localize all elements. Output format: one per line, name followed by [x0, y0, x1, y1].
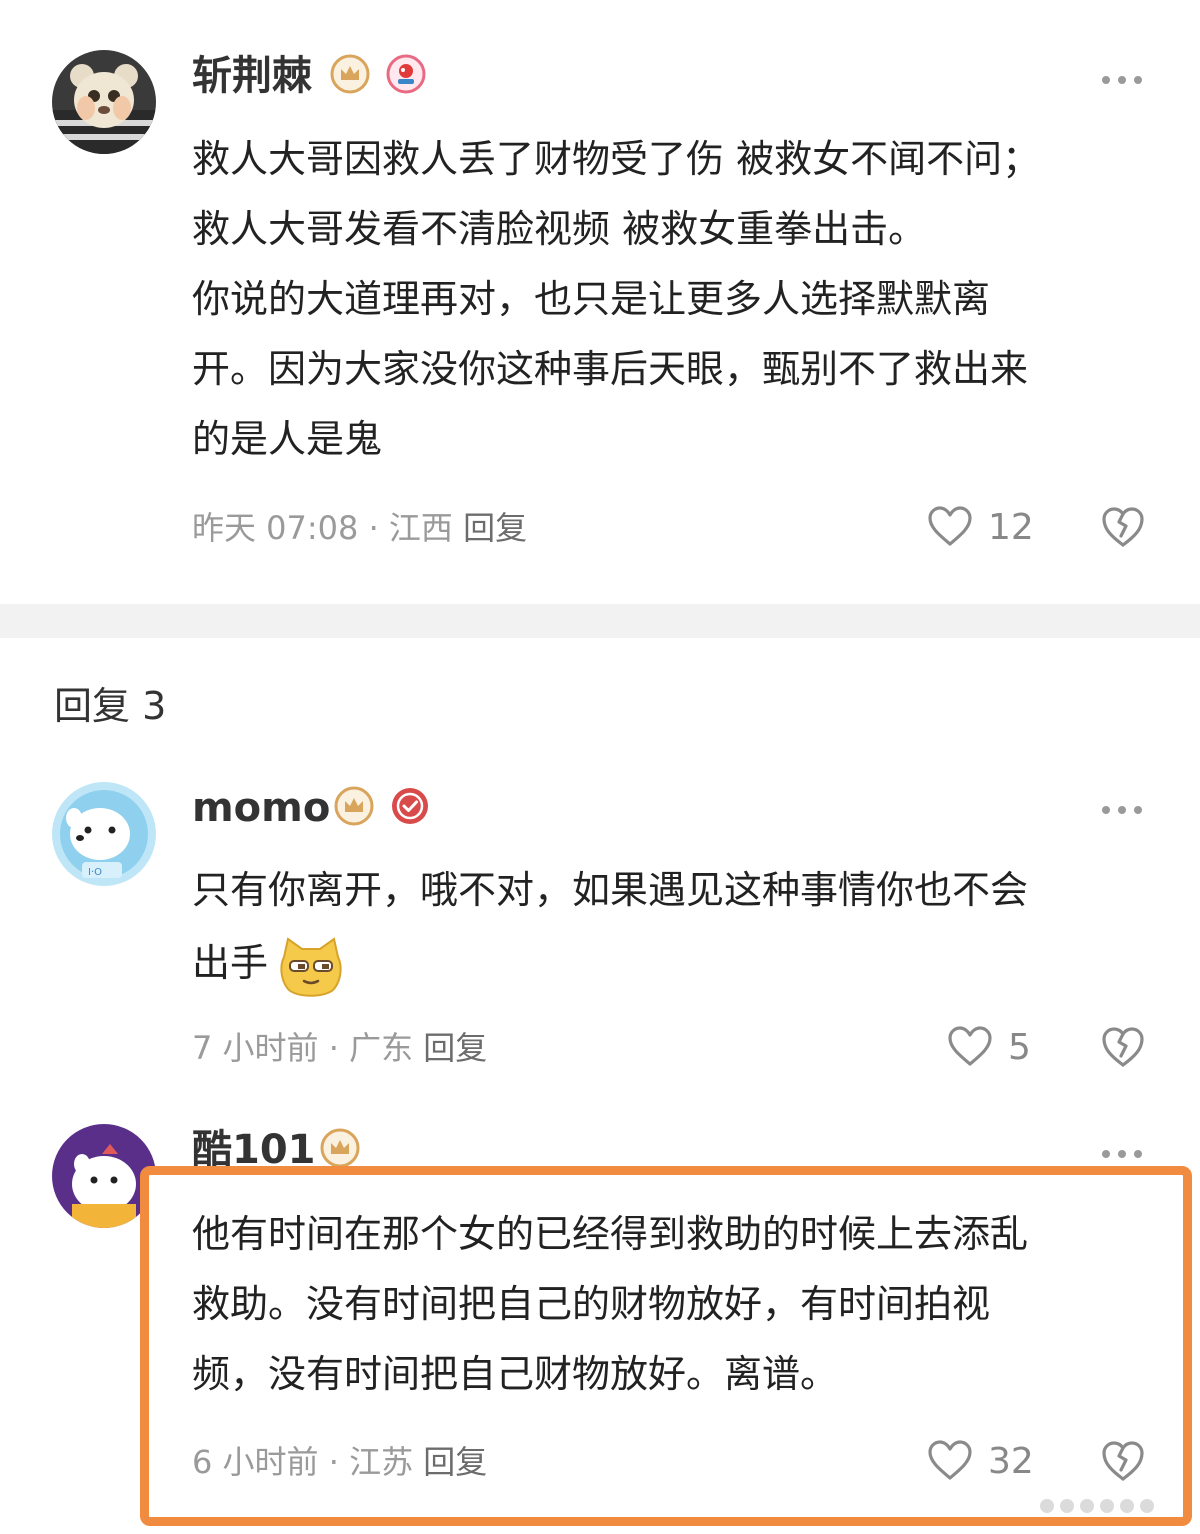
smirk-cat-emoji	[280, 937, 342, 997]
reply-link[interactable]: 回复	[423, 1029, 487, 1067]
reply-link[interactable]: 回复	[423, 1443, 487, 1481]
medal-badge-icon	[386, 54, 426, 94]
heart-icon[interactable]	[926, 1438, 974, 1482]
crown-badge-icon	[334, 786, 374, 826]
broken-heart-icon[interactable]	[1100, 1024, 1146, 1070]
reply-text: 只有你离开，哦不对，如果遇见这种事情你也不会 出手	[192, 855, 1028, 1001]
heart-icon[interactable]	[926, 504, 974, 548]
comment-line: 你说的大道理再对，也只是让更多人选择默默离	[192, 277, 991, 321]
meta-separator: ·	[328, 1443, 339, 1481]
meta-separator: ·	[368, 509, 379, 547]
like-count: 32	[988, 1441, 1034, 1482]
reply-line: 他有时间在那个女的已经得到救助的时候上去添乱	[192, 1212, 1029, 1256]
meta-separator: ·	[328, 1029, 339, 1067]
reply-link[interactable]: 回复	[463, 509, 527, 547]
reply-line: 救助。没有时间把自己的财物放好，有时间拍视	[192, 1282, 991, 1326]
location: 江苏	[349, 1443, 414, 1481]
timestamp: 昨天 07:08	[192, 509, 359, 547]
more-dots-icon	[1102, 1150, 1110, 1158]
more-options-button[interactable]	[1102, 1146, 1142, 1162]
like-count: 5	[1008, 1027, 1031, 1068]
like-count: 12	[988, 507, 1034, 548]
avatar-reply-momo[interactable]: I·O	[52, 782, 156, 886]
more-dots-icon	[1102, 76, 1110, 84]
reply-line: 频，没有时间把自己财物放好。离谱。	[192, 1352, 839, 1396]
more-dots-icon	[1102, 806, 1110, 814]
comment-meta: 昨天 07:08 · 江西 回复	[192, 508, 527, 548]
comment-line: 开。因为大家没你这种事后天眼，甄别不了救出来	[192, 347, 1029, 391]
section-divider	[0, 604, 1200, 638]
replies-count-title: 回复 3	[54, 684, 167, 728]
comment-text: 救人大哥因救人丢了财物受了伤 被救女不闻不问； 救人大哥发看不清脸视频 被救女重…	[192, 124, 1040, 474]
reply-line: 出手	[192, 925, 1028, 1001]
comment-line: 的是人是鬼	[192, 417, 383, 461]
crown-badge-icon	[320, 1128, 360, 1168]
broken-heart-icon[interactable]	[1100, 504, 1146, 550]
crown-badge-icon	[330, 54, 370, 94]
timestamp: 6 小时前	[192, 1443, 319, 1481]
comment-line: 救人大哥发看不清脸视频 被救女重拳出击。	[192, 207, 927, 251]
more-options-button[interactable]	[1102, 802, 1142, 818]
watermark	[1040, 1498, 1180, 1514]
avatar-main[interactable]	[52, 50, 156, 154]
location: 江西	[388, 509, 453, 547]
reply-meta: 6 小时前 · 江苏 回复	[192, 1442, 487, 1482]
more-options-button[interactable]	[1102, 72, 1142, 88]
comment-line: 救人大哥因救人丢了财物受了伤 被救女不闻不问；	[192, 137, 1041, 181]
timestamp: 7 小时前	[192, 1029, 319, 1067]
heart-icon[interactable]	[946, 1024, 994, 1068]
username[interactable]: 斩荆棘	[192, 52, 312, 100]
reply-line: 只有你离开，哦不对，如果遇见这种事情你也不会	[192, 868, 1029, 912]
username[interactable]: momo	[192, 784, 330, 832]
reply-text: 他有时间在那个女的已经得到救助的时候上去添乱 救助。没有时间把自己的财物放好，有…	[192, 1199, 1028, 1409]
reply-meta: 7 小时前 · 广东 回复	[192, 1028, 487, 1068]
location: 广东	[349, 1029, 414, 1067]
svg-text:I·O: I·O	[88, 867, 102, 878]
broken-heart-icon[interactable]	[1100, 1438, 1146, 1484]
verified-badge-icon	[392, 788, 428, 824]
